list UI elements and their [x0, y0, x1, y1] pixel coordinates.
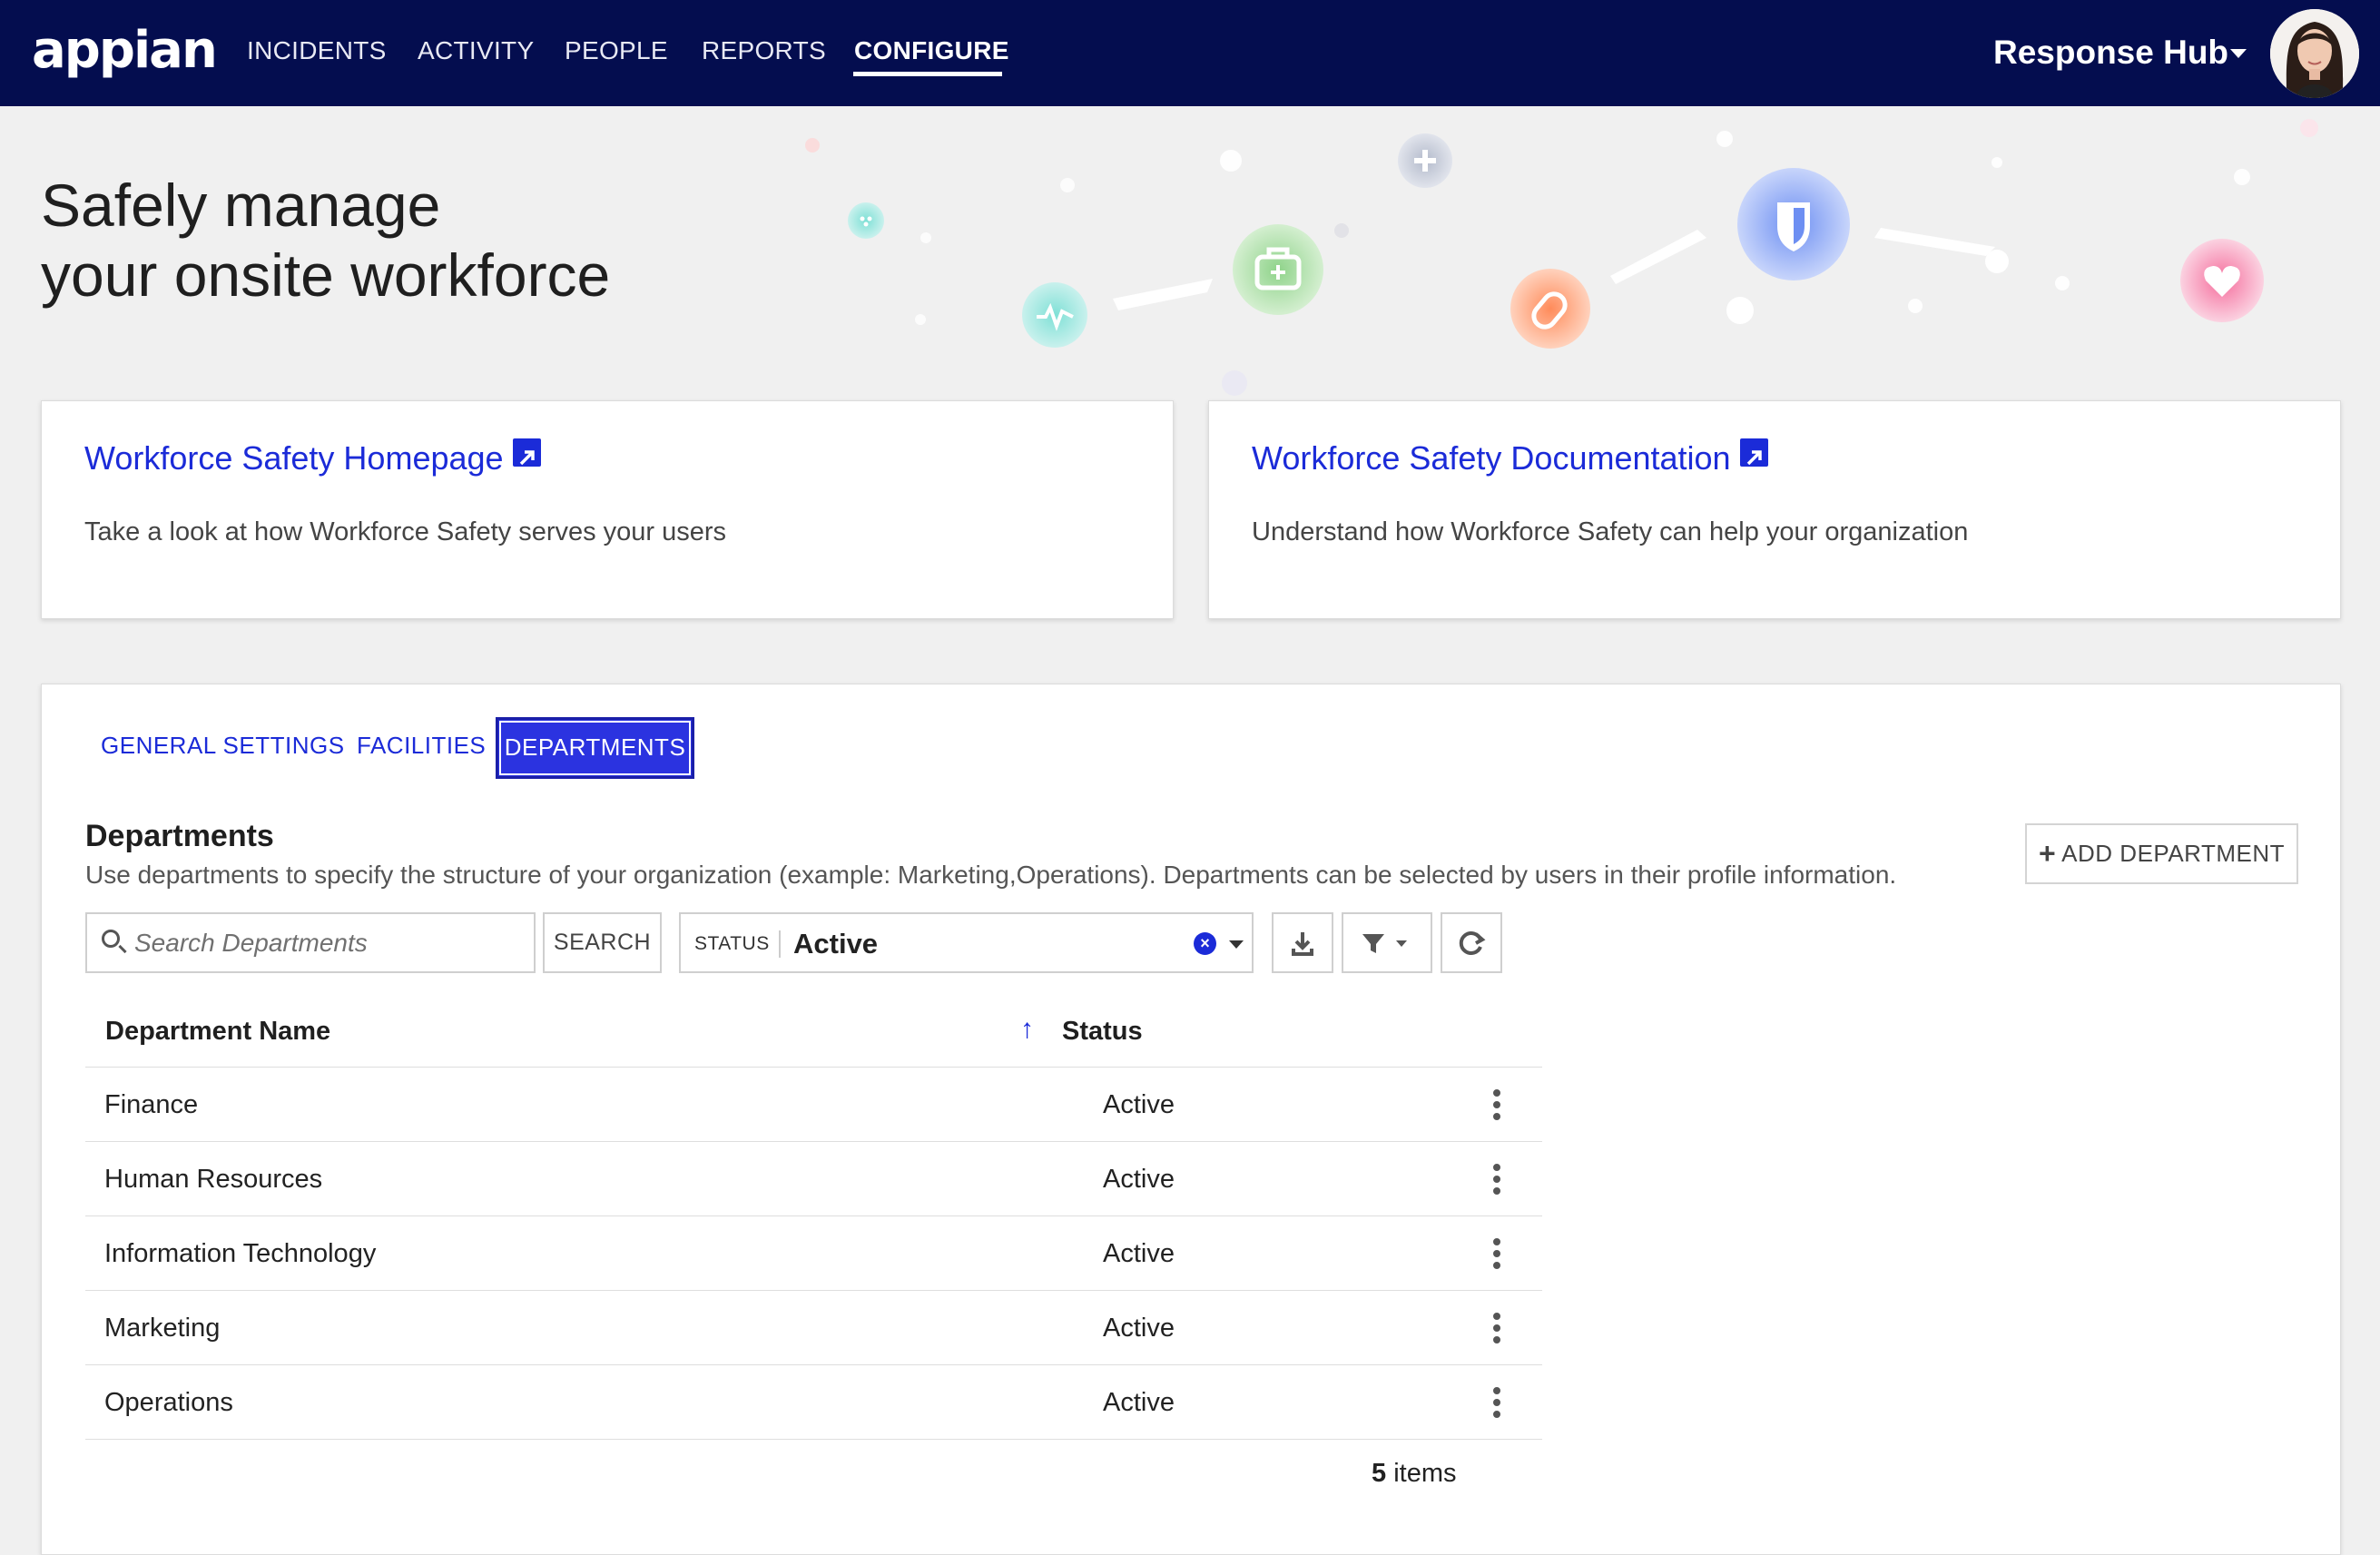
- row-menu-icon[interactable]: [1493, 1238, 1500, 1269]
- item-count: 5 items: [1372, 1456, 1457, 1491]
- nav-active-indicator: [853, 72, 1002, 76]
- department-name: Operations: [104, 1388, 233, 1417]
- table-row: Operations Active: [85, 1365, 1542, 1440]
- site-switcher[interactable]: Response Hub: [1993, 33, 2228, 73]
- item-count-label: items: [1393, 1459, 1457, 1488]
- nav-tab-activity[interactable]: ACTIVITY: [418, 34, 534, 67]
- column-header-department-name[interactable]: Department Name: [105, 1014, 330, 1048]
- tab-general-settings[interactable]: GENERAL SETTINGS: [101, 730, 345, 761]
- hero-heading: Safely manage your onsite workforce: [41, 171, 610, 310]
- download-icon: [1292, 932, 1313, 956]
- row-menu-icon[interactable]: [1493, 1387, 1500, 1418]
- row-menu-icon[interactable]: [1493, 1089, 1500, 1120]
- column-header-status[interactable]: Status: [1062, 1014, 1143, 1048]
- section-description: Use departments to specify the structure…: [85, 861, 1897, 889]
- table-row: Finance Active: [85, 1068, 1542, 1142]
- status-filter-divider: [779, 930, 781, 958]
- status-filter-label: STATUS: [694, 933, 770, 954]
- item-count-number: 5: [1372, 1459, 1387, 1488]
- section-title: Departments: [85, 819, 274, 853]
- department-status: Active: [1103, 1314, 1175, 1343]
- filter-menu-button[interactable]: [1342, 912, 1432, 973]
- documentation-description: Understand how Workforce Safety can help…: [1252, 517, 1969, 546]
- status-filter-dropdown[interactable]: STATUS Active ×: [679, 912, 1254, 973]
- row-menu-icon[interactable]: [1493, 1164, 1500, 1195]
- user-avatar[interactable]: [2270, 9, 2359, 98]
- clear-filter-icon[interactable]: ×: [1194, 932, 1216, 955]
- hero-decoration: [805, 119, 2318, 396]
- department-status: Active: [1103, 1165, 1175, 1194]
- sort-ascending-icon[interactable]: ↑: [1020, 1013, 1034, 1046]
- refresh-button[interactable]: [1441, 912, 1502, 973]
- hero-line-2: your onsite workforce: [41, 241, 611, 309]
- filter-icon: [1362, 934, 1407, 953]
- department-name: Marketing: [104, 1314, 221, 1343]
- nav-tab-configure[interactable]: CONFIGURE: [854, 34, 1009, 67]
- homepage-link-label[interactable]: Workforce Safety Homepage: [84, 439, 504, 477]
- appian-logo[interactable]: appian: [32, 20, 218, 82]
- department-status: Active: [1103, 1090, 1175, 1119]
- tab-facilities[interactable]: FACILITIES: [357, 730, 486, 761]
- table-row: Human Resources Active: [85, 1142, 1542, 1216]
- external-link-icon[interactable]: [1739, 438, 1768, 467]
- table-row: Marketing Active: [85, 1291, 1542, 1365]
- download-button[interactable]: [1272, 912, 1333, 973]
- refresh-icon: [1459, 931, 1486, 955]
- top-nav-bar: appian INCIDENTS ACTIVITY PEOPLE REPORTS…: [0, 0, 2380, 106]
- search-button[interactable]: SEARCH: [543, 912, 662, 973]
- add-department-label: ADD DEPARTMENT: [2061, 840, 2286, 867]
- homepage-card: Workforce Safety Homepage Take a look at…: [41, 400, 1174, 619]
- homepage-description: Take a look at how Workforce Safety serv…: [84, 517, 727, 546]
- homepage-link[interactable]: Workforce Safety Homepage: [84, 436, 541, 481]
- search-input[interactable]: [134, 921, 525, 965]
- chevron-down-icon[interactable]: [2230, 49, 2247, 58]
- chevron-down-icon[interactable]: [1229, 940, 1244, 949]
- row-menu-icon[interactable]: [1493, 1313, 1500, 1343]
- nav-tab-reports[interactable]: REPORTS: [702, 34, 826, 67]
- status-filter-value: Active: [793, 928, 879, 960]
- department-name: Finance: [104, 1090, 199, 1119]
- department-name: Information Technology: [104, 1239, 377, 1268]
- add-department-button[interactable]: + ADD DEPARTMENT: [2025, 823, 2298, 884]
- avatar-photo: [2270, 9, 2359, 98]
- nav-tab-people[interactable]: PEOPLE: [565, 34, 668, 67]
- plus-icon: +: [2038, 837, 2057, 870]
- configure-panel: GENERAL SETTINGS FACILITIES DEPARTMENTS …: [41, 684, 2341, 1555]
- documentation-link-label[interactable]: Workforce Safety Documentation: [1252, 439, 1731, 477]
- department-status: Active: [1103, 1239, 1175, 1268]
- department-name: Human Resources: [104, 1165, 323, 1194]
- nav-tab-incidents[interactable]: INCIDENTS: [247, 34, 387, 67]
- documentation-link[interactable]: Workforce Safety Documentation: [1252, 436, 1768, 481]
- row-divider: [85, 1439, 1542, 1440]
- department-status: Active: [1103, 1388, 1175, 1417]
- documentation-card: Workforce Safety Documentation Understan…: [1208, 400, 2341, 619]
- table-row: Information Technology Active: [85, 1216, 1542, 1291]
- search-icon: [102, 930, 120, 948]
- external-link-icon[interactable]: [512, 438, 541, 467]
- tab-departments[interactable]: DEPARTMENTS: [496, 717, 694, 779]
- hero-line-1: Safely manage: [41, 172, 441, 239]
- search-departments-field[interactable]: [85, 912, 536, 973]
